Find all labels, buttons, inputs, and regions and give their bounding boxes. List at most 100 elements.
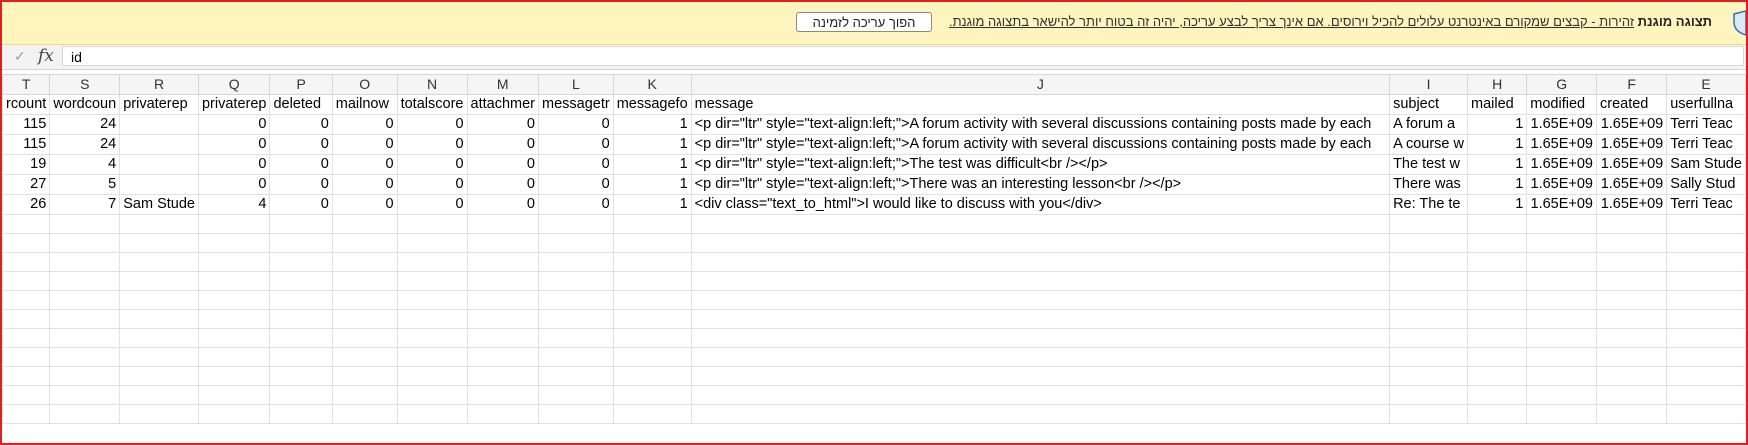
cell-field-header[interactable]: mailnow bbox=[331, 94, 398, 115]
check-icon[interactable]: ✓ bbox=[14, 48, 26, 65]
cell[interactable]: <div class="text_to_html">I would like t… bbox=[690, 194, 1391, 215]
cell[interactable] bbox=[396, 252, 468, 272]
cell[interactable]: 0 bbox=[538, 154, 614, 175]
cell[interactable]: 0 bbox=[538, 114, 614, 135]
cell[interactable] bbox=[1466, 290, 1528, 310]
cell[interactable] bbox=[1595, 385, 1668, 405]
cell[interactable]: 1.65E+09 bbox=[1526, 154, 1597, 175]
cell[interactable] bbox=[2, 271, 51, 291]
cell-field-header[interactable]: wordcoun bbox=[49, 94, 121, 115]
cell[interactable]: 0 bbox=[197, 174, 271, 195]
cell[interactable] bbox=[2, 328, 51, 348]
cell[interactable] bbox=[49, 366, 121, 386]
cell[interactable] bbox=[2, 347, 51, 367]
cell[interactable] bbox=[538, 309, 614, 329]
cell[interactable]: 0 bbox=[331, 154, 398, 175]
cell[interactable] bbox=[1526, 347, 1597, 367]
cell[interactable] bbox=[1389, 214, 1468, 234]
cell[interactable] bbox=[119, 347, 199, 367]
cell[interactable] bbox=[396, 366, 468, 386]
cell[interactable]: There was bbox=[1389, 174, 1468, 195]
cell[interactable]: <p dir="ltr" style="text-align:left;">A … bbox=[690, 114, 1391, 135]
column-header-m[interactable]: M bbox=[466, 74, 540, 95]
column-header-s[interactable]: S bbox=[49, 74, 121, 95]
cell[interactable] bbox=[49, 328, 121, 348]
cell[interactable] bbox=[269, 385, 333, 405]
cell[interactable] bbox=[466, 347, 540, 367]
cell[interactable] bbox=[1526, 366, 1597, 386]
cell[interactable]: 27 bbox=[2, 174, 51, 195]
cell[interactable] bbox=[2, 404, 51, 424]
cell[interactable] bbox=[466, 252, 540, 272]
cell[interactable]: 0 bbox=[269, 194, 333, 215]
cell[interactable] bbox=[1595, 347, 1668, 367]
cell[interactable]: <p dir="ltr" style="text-align:left;">A … bbox=[690, 134, 1391, 155]
cell[interactable] bbox=[197, 347, 271, 367]
cell[interactable]: 1 bbox=[612, 114, 692, 135]
cell[interactable] bbox=[396, 271, 468, 291]
cell[interactable] bbox=[1389, 328, 1468, 348]
cell[interactable] bbox=[1389, 290, 1468, 310]
cell[interactable] bbox=[538, 214, 614, 234]
cell[interactable] bbox=[538, 271, 614, 291]
cell-field-header[interactable]: subject bbox=[1389, 94, 1468, 115]
cell[interactable]: 0 bbox=[538, 174, 614, 195]
cell[interactable] bbox=[2, 366, 51, 386]
cell[interactable] bbox=[612, 385, 692, 405]
cell[interactable] bbox=[269, 347, 333, 367]
cell[interactable] bbox=[331, 404, 398, 424]
cell[interactable]: Re: The te bbox=[1389, 194, 1468, 215]
cell[interactable] bbox=[1595, 290, 1668, 310]
cell[interactable] bbox=[396, 233, 468, 253]
cell[interactable]: Terri Teac bbox=[1666, 194, 1746, 215]
cell[interactable] bbox=[1389, 271, 1468, 291]
cell[interactable] bbox=[119, 290, 199, 310]
cell[interactable] bbox=[1595, 233, 1668, 253]
cell[interactable] bbox=[269, 290, 333, 310]
cell[interactable] bbox=[538, 233, 614, 253]
cell[interactable] bbox=[690, 214, 1391, 234]
cell[interactable] bbox=[1466, 366, 1528, 386]
cell[interactable] bbox=[690, 385, 1391, 405]
cell[interactable]: 0 bbox=[269, 154, 333, 175]
cell[interactable] bbox=[49, 347, 121, 367]
cell[interactable] bbox=[49, 252, 121, 272]
cell[interactable] bbox=[197, 366, 271, 386]
cell[interactable] bbox=[1526, 309, 1597, 329]
cell[interactable]: <p dir="ltr" style="text-align:left;">Th… bbox=[690, 174, 1391, 195]
cell[interactable] bbox=[331, 233, 398, 253]
cell[interactable] bbox=[49, 385, 121, 405]
cell[interactable] bbox=[331, 271, 398, 291]
cell[interactable]: 0 bbox=[466, 174, 540, 195]
cell[interactable] bbox=[690, 366, 1391, 386]
cell[interactable] bbox=[538, 385, 614, 405]
cell[interactable] bbox=[690, 252, 1391, 272]
cell[interactable] bbox=[1595, 214, 1668, 234]
column-header-n[interactable]: N bbox=[396, 74, 468, 95]
cell[interactable] bbox=[538, 366, 614, 386]
cell[interactable]: 1.65E+09 bbox=[1526, 134, 1597, 155]
cell[interactable]: 1 bbox=[1466, 134, 1528, 155]
cell[interactable]: 1.65E+09 bbox=[1526, 194, 1597, 215]
cell[interactable] bbox=[1466, 214, 1528, 234]
cell[interactable] bbox=[1526, 252, 1597, 272]
cell[interactable]: 1.65E+09 bbox=[1595, 194, 1668, 215]
cell[interactable] bbox=[466, 309, 540, 329]
cell[interactable]: 0 bbox=[197, 134, 271, 155]
column-header-l[interactable]: L bbox=[538, 74, 614, 95]
cell[interactable] bbox=[1595, 252, 1668, 272]
cell[interactable] bbox=[269, 214, 333, 234]
cell[interactable] bbox=[690, 404, 1391, 424]
cell[interactable] bbox=[197, 328, 271, 348]
cell[interactable] bbox=[269, 328, 333, 348]
cell[interactable] bbox=[2, 290, 51, 310]
cell[interactable] bbox=[49, 233, 121, 253]
cell[interactable]: 0 bbox=[269, 174, 333, 195]
cell[interactable] bbox=[690, 271, 1391, 291]
cell[interactable] bbox=[119, 214, 199, 234]
cell[interactable] bbox=[690, 328, 1391, 348]
cell[interactable]: 1 bbox=[612, 174, 692, 195]
cell[interactable]: 4 bbox=[49, 154, 121, 175]
cell[interactable] bbox=[2, 214, 51, 234]
fx-icon[interactable]: fx bbox=[38, 46, 54, 66]
